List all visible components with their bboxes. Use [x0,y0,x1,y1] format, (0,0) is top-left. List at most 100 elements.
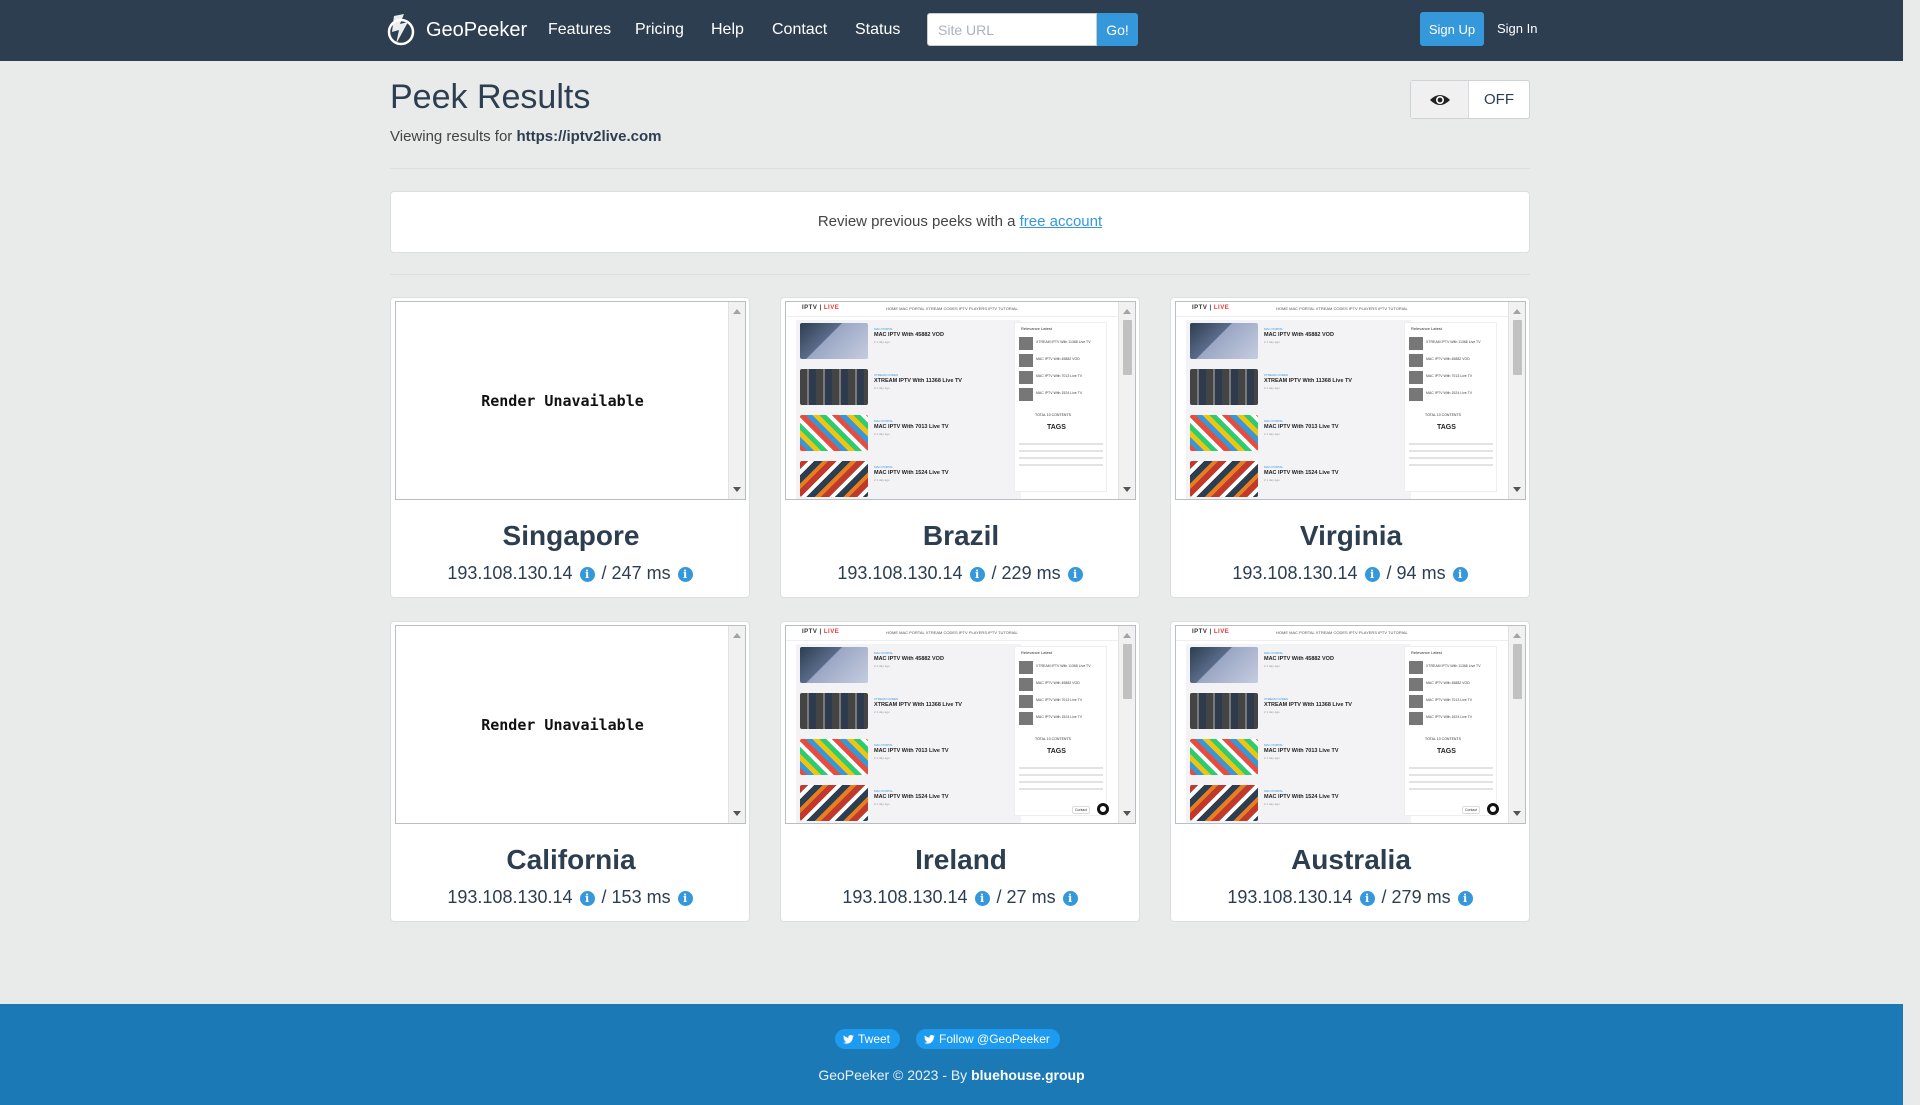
preview-post: MAC PORTAL MAC IPTV With 7013 Live TV 2 … [800,739,1015,775]
preview-post: MAC PORTAL MAC IPTV With 45882 VOD 2 1 d… [800,647,1015,683]
nav-contact[interactable]: Contact [772,21,827,39]
preview-post-thumbnail [800,323,868,359]
scroll-up-arrow-icon[interactable] [733,633,741,638]
preview-side-title: XTREAM IPTV With 11368 Live TV [1426,664,1481,668]
latency-info-icon[interactable]: i [1452,567,1468,582]
preview-post-title: MAC IPTV With 7013 Live TV [1264,424,1339,430]
location-name: Ireland [915,844,1007,875]
twitter-bird-icon [924,1034,935,1044]
location-meta: 193.108.130.14 i / 279 ms i [1171,887,1531,908]
render-unavailable-text: Render Unavailable [481,715,644,734]
preview-logo-b: LIVE [1213,305,1230,311]
preview-side-thumbnail [1019,695,1033,708]
preview-side-thumbnail [1019,371,1033,384]
nav-pricing[interactable]: Pricing [635,21,684,39]
ip-info-icon[interactable]: i [579,891,595,906]
preview-post-title: MAC IPTV With 7013 Live TV [874,748,949,754]
nav-status[interactable]: Status [855,21,900,39]
preview-scrollbar[interactable] [1118,302,1135,499]
result-card-brazil[interactable]: IPTV | LIVE HOME MAC PORTAL XTREAM CODES… [780,297,1140,598]
preview-post-tag: XTREAM CODES [874,697,899,701]
preview-side-thumbnail [1019,337,1033,350]
preview-side-heading: TOTAL 10 CONTENTS [1425,413,1461,417]
site-screenshot: IPTV | LIVE HOME MAC PORTAL XTREAM CODES… [786,626,1119,823]
render-preview[interactable]: IPTV | LIVE HOME MAC PORTAL XTREAM CODES… [1175,301,1526,500]
result-card-california[interactable]: Render Unavailable California 193.108.13… [390,621,750,922]
ip-info-icon[interactable]: i [1364,567,1380,582]
scroll-down-arrow-icon[interactable] [733,487,741,492]
render-preview[interactable]: Render Unavailable [395,301,746,500]
scroll-up-arrow-icon[interactable] [733,309,741,314]
result-card-singapore[interactable]: Render Unavailable Singapore 193.108.130… [390,297,750,598]
page-scrollbar-track[interactable] [1903,0,1920,1105]
result-card-australia[interactable]: IPTV | LIVE HOME MAC PORTAL XTREAM CODES… [1170,621,1530,922]
result-card-virginia[interactable]: IPTV | LIVE HOME MAC PORTAL XTREAM CODES… [1170,297,1530,598]
preview-side-item: MAC IPTV With 7013 Live TV [1019,695,1103,709]
scroll-down-arrow-icon[interactable] [1123,811,1131,816]
copyright-prefix: GeoPeeker © 2023 - By [818,1067,972,1083]
scroll-down-arrow-icon[interactable] [1513,487,1521,492]
render-preview[interactable]: Render Unavailable [395,625,746,824]
latency: 27 ms [1006,887,1056,907]
scrollbar-thumb[interactable] [1513,320,1522,375]
latency-info-icon[interactable]: i [677,567,693,582]
ip-info-icon[interactable]: i [579,567,595,582]
follow-button[interactable]: Follow @GeoPeeker [916,1029,1060,1049]
peeked-url: https://iptv2live.com [516,128,662,145]
scrollbar-thumb[interactable] [1513,644,1522,699]
latency-info-icon[interactable]: i [1062,891,1078,906]
go-button[interactable]: Go! [1097,13,1138,46]
sign-up-button[interactable]: Sign Up [1420,12,1484,46]
ip-info-icon[interactable]: i [969,567,985,582]
preview-logo: IPTV | LIVE [1192,305,1230,311]
scroll-up-arrow-icon[interactable] [1513,309,1521,314]
latency-info-icon[interactable]: i [1067,567,1083,582]
render-preview[interactable]: IPTV | LIVE HOME MAC PORTAL XTREAM CODES… [785,301,1136,500]
latency-info-icon[interactable]: i [677,891,693,906]
scroll-down-arrow-icon[interactable] [733,811,741,816]
preview-menu: HOME MAC PORTAL XTREAM CODES IPTV PLAYER… [1276,306,1408,311]
scroll-up-arrow-icon[interactable] [1513,633,1521,638]
location-meta: 193.108.130.14 i / 94 ms i [1171,563,1531,584]
nav-features[interactable]: Features [548,21,611,39]
render-preview[interactable]: IPTV | LIVE HOME MAC PORTAL XTREAM CODES… [1175,625,1526,824]
scroll-up-arrow-icon[interactable] [1123,309,1131,314]
preview-post-title: XTREAM IPTV With 11368 Live TV [874,702,962,708]
preview-side-title: MAC IPTV With 45882 VOD [1036,357,1080,361]
preview-side-thumbnail [1409,712,1423,725]
preview-scrollbar[interactable] [728,302,745,499]
preview-tags-heading: TAGS [1047,424,1066,431]
preview-tag-cloud [1019,762,1103,790]
scrollbar-thumb[interactable] [1123,320,1132,375]
bluehouse-link[interactable]: bluehouse.group [971,1067,1085,1083]
ip-info-icon[interactable]: i [1359,891,1375,906]
preview-scrollbar[interactable] [1118,626,1135,823]
preview-side-title: MAC IPTV With 7013 Live TV [1036,374,1083,378]
scroll-down-arrow-icon[interactable] [1123,487,1131,492]
ip-address: 193.108.130.14 [1232,563,1358,583]
preview-side-title: MAC IPTV With 45882 VOD [1426,681,1470,685]
site-url-input[interactable] [927,13,1097,46]
latency-info-icon[interactable]: i [1457,891,1473,906]
scrollbar-thumb[interactable] [1123,644,1132,699]
preview-side-tabs: Relevance Latest [1411,650,1442,655]
preview-scrollbar[interactable] [728,626,745,823]
ip-info-icon[interactable]: i [974,891,990,906]
render-preview[interactable]: IPTV | LIVE HOME MAC PORTAL XTREAM CODES… [785,625,1136,824]
sign-in-link[interactable]: Sign In [1497,21,1537,36]
preview-side-title: MAC IPTV With 7013 Live TV [1036,698,1083,702]
scroll-down-arrow-icon[interactable] [1513,811,1521,816]
free-account-link[interactable]: free account [1020,213,1103,230]
visibility-toggle[interactable]: OFF [1410,80,1530,119]
scroll-up-arrow-icon[interactable] [1123,633,1131,638]
preview-scrollbar[interactable] [1508,302,1525,499]
preview-post-thumbnail [800,785,868,821]
brand[interactable]: GeoPeeker [386,10,527,50]
preview-side-thumbnail [1409,678,1423,691]
tweet-button[interactable]: Tweet [835,1029,901,1049]
preview-scrollbar[interactable] [1508,626,1525,823]
preview-contact-pill: Contact [1072,806,1091,814]
nav-help[interactable]: Help [711,21,744,39]
preview-side-thumbnail [1409,661,1423,674]
result-card-ireland[interactable]: IPTV | LIVE HOME MAC PORTAL XTREAM CODES… [780,621,1140,922]
